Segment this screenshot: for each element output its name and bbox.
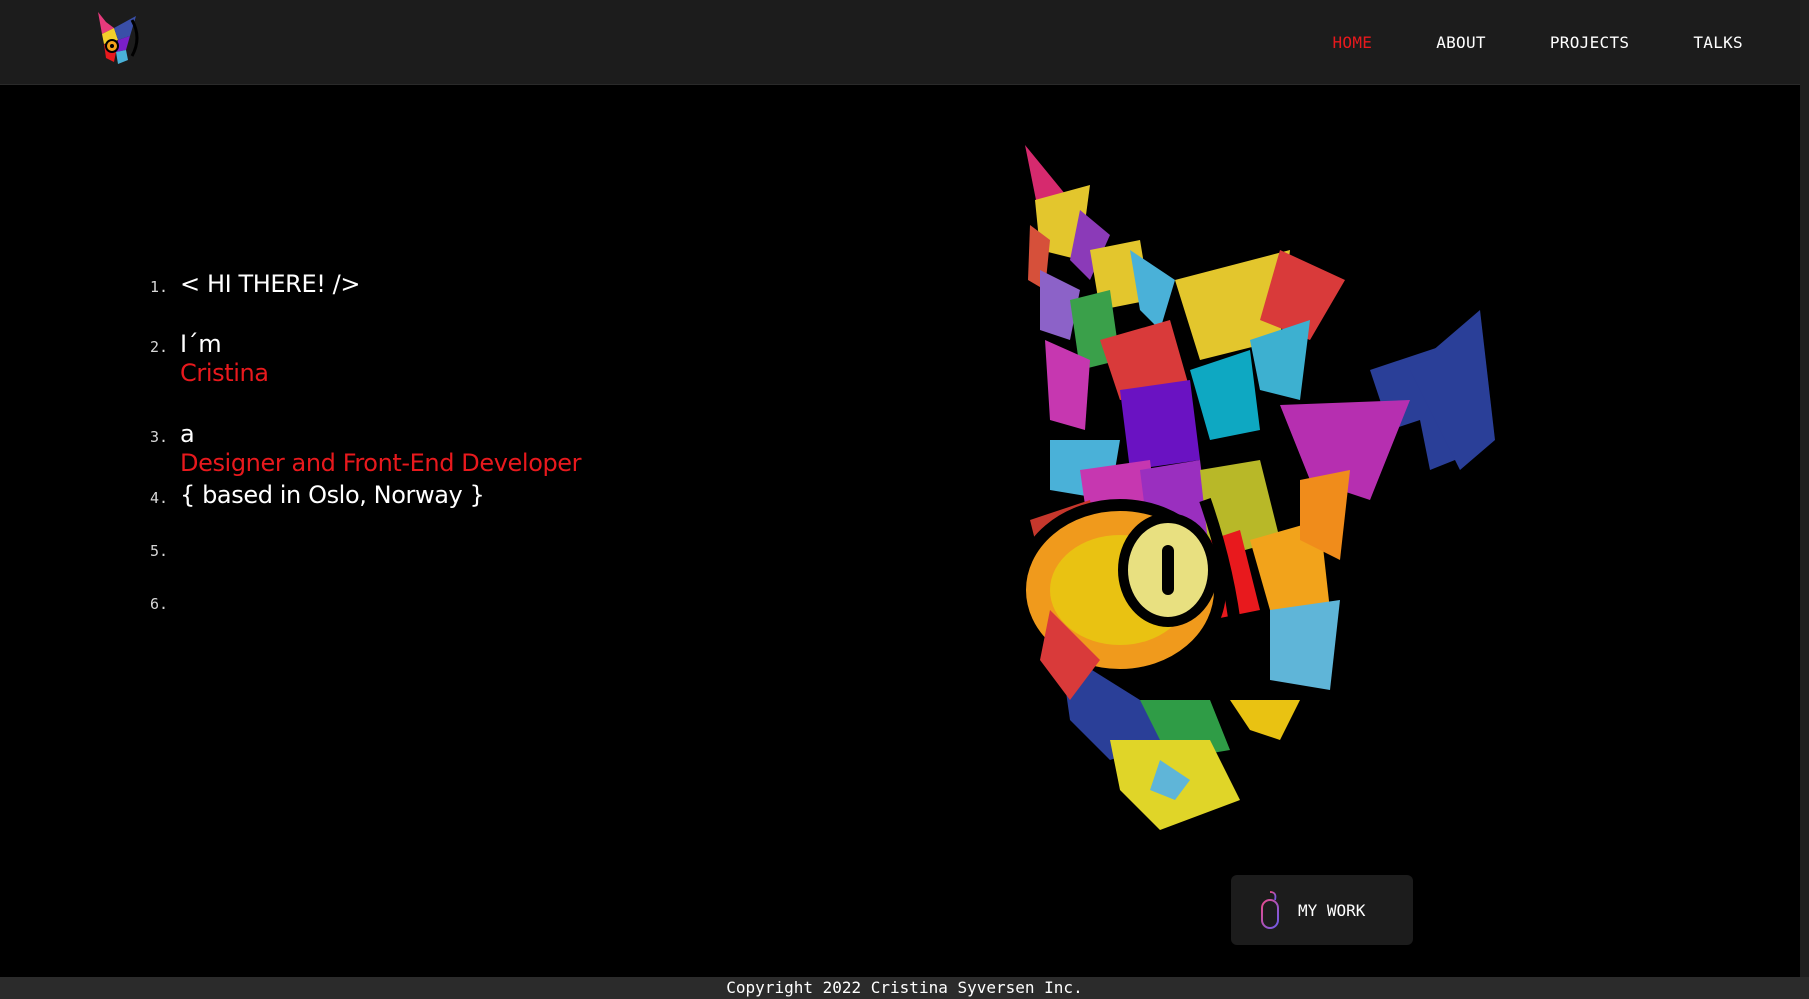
article-text: a — [180, 420, 195, 448]
role-highlight: Designer and Front-End Developer — [180, 449, 582, 477]
location-text: { based in Oslo, Norway } — [180, 481, 485, 509]
line-number: 4. — [150, 489, 169, 507]
line-number: 3. — [150, 428, 169, 446]
intro-list: 1. < HI THERE! /> 2. I´m Cristina 3. a D… — [150, 270, 770, 627]
intro-role-block: a Designer and Front-End Developer — [180, 420, 582, 478]
intro-name-block: I´m Cristina — [180, 330, 269, 388]
intro-line-1: 1. < HI THERE! /> — [150, 270, 770, 330]
greeting-text: < HI THERE! /> — [180, 270, 361, 298]
line-number: 5. — [150, 542, 169, 560]
intro-line-6: 6. — [150, 587, 770, 627]
line-number: 2. — [150, 338, 169, 356]
top-navigation-bar: HOME ABOUT PROJECTS TALKS — [0, 0, 1809, 85]
mouse-icon — [1261, 891, 1279, 929]
line-number: 1. — [150, 278, 169, 296]
main-nav: HOME ABOUT PROJECTS TALKS — [1332, 0, 1743, 85]
intro-line-4: 4. { based in Oslo, Norway } — [150, 481, 770, 534]
intro-line-3: 3. a Designer and Front-End Developer — [150, 420, 770, 481]
name-highlight: Cristina — [180, 359, 269, 387]
nav-projects[interactable]: PROJECTS — [1550, 33, 1629, 52]
nav-home[interactable]: HOME — [1332, 33, 1372, 52]
intro-line-5: 5. — [150, 534, 770, 587]
line-number: 6. — [150, 595, 169, 613]
cat-logo-icon[interactable] — [92, 10, 144, 66]
im-text: I´m — [180, 330, 222, 358]
copyright-text: Copyright 2022 Cristina Syversen Inc. — [726, 978, 1083, 997]
my-work-button[interactable]: MY WORK — [1231, 875, 1413, 945]
footer: Copyright 2022 Cristina Syversen Inc. — [0, 977, 1809, 999]
my-work-label: MY WORK — [1298, 900, 1366, 920]
nav-talks[interactable]: TALKS — [1693, 33, 1743, 52]
geometric-cat-illustration — [1014, 145, 1495, 830]
scrollbar-track[interactable] — [1800, 0, 1809, 999]
intro-line-2: 2. I´m Cristina — [150, 330, 770, 420]
nav-about[interactable]: ABOUT — [1436, 33, 1486, 52]
